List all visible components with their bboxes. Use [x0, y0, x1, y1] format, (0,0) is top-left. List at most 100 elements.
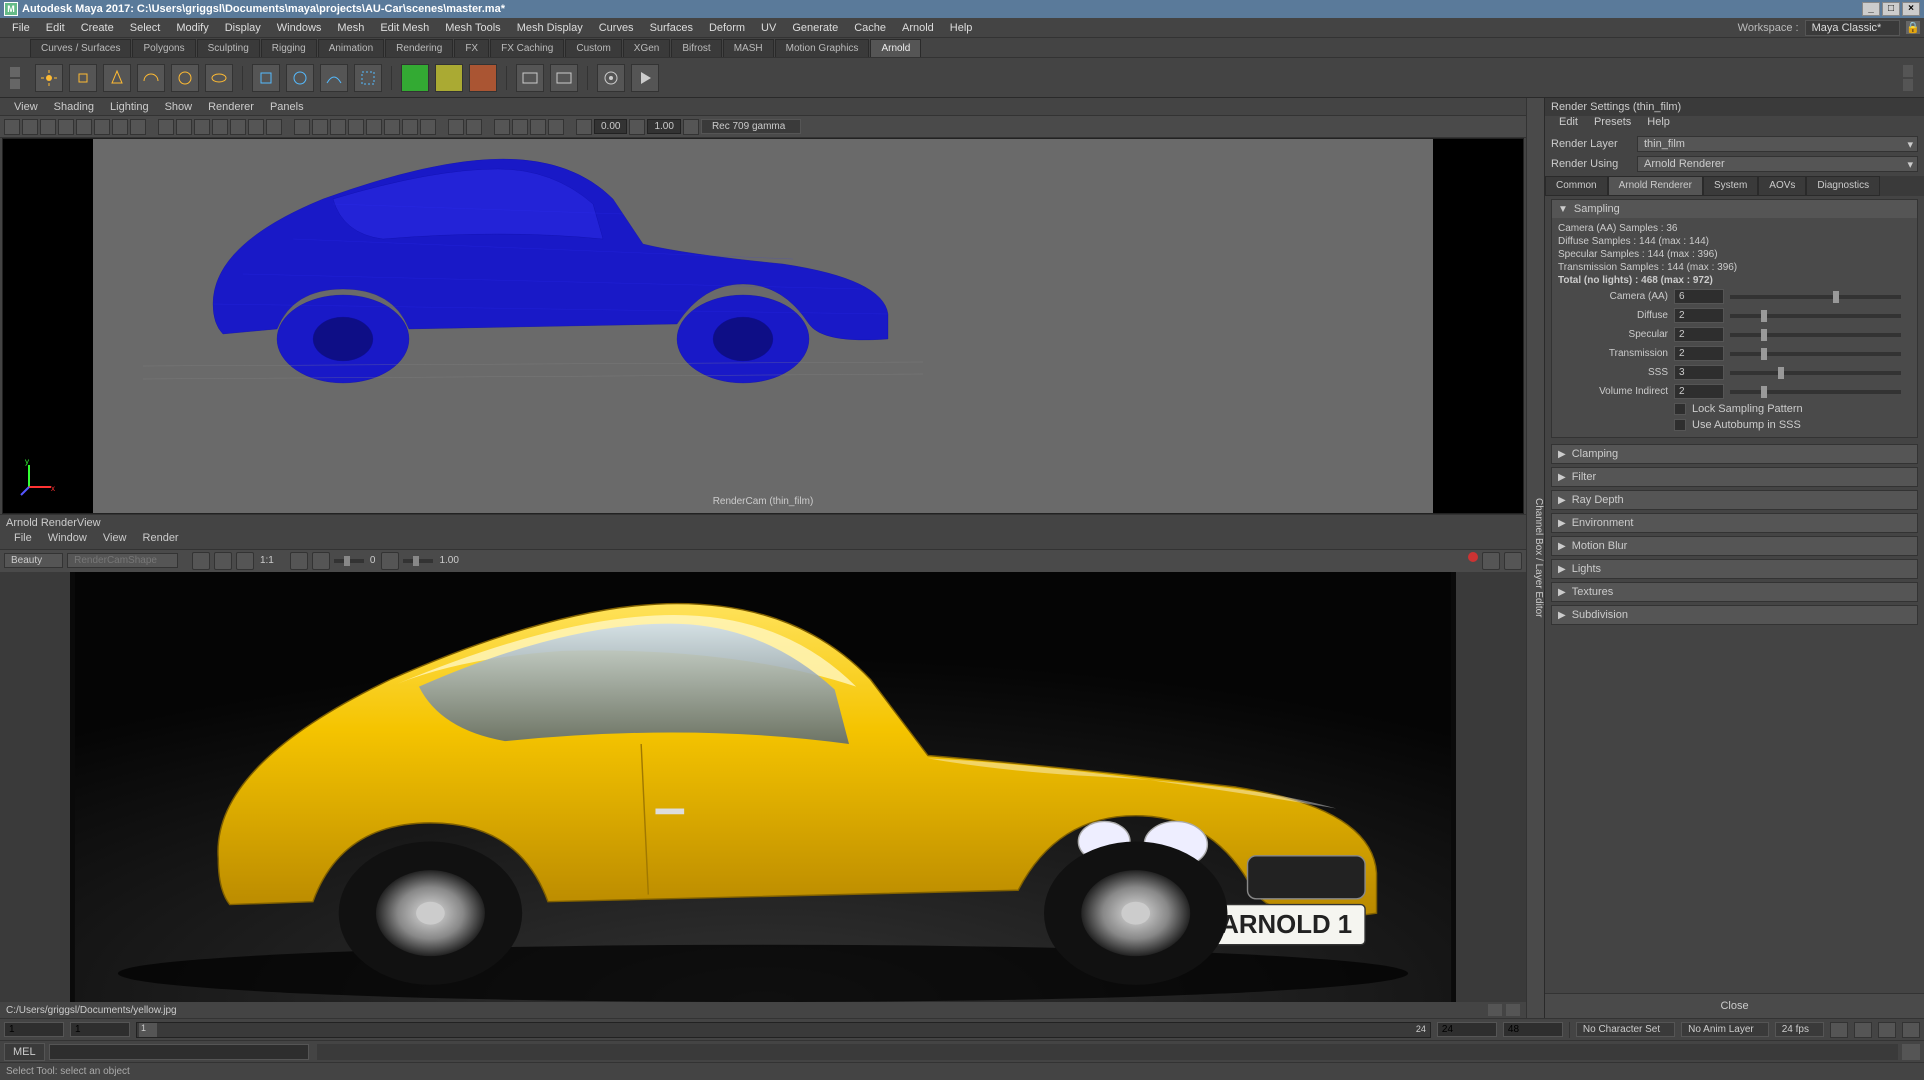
param-value-field[interactable]: 2 — [1674, 384, 1724, 399]
rv-stop-icon[interactable] — [1468, 552, 1478, 562]
current-frame[interactable]: 1 — [139, 1023, 157, 1037]
prefs-icon[interactable] — [1878, 1022, 1896, 1038]
section-header[interactable]: ▶Filter — [1552, 468, 1917, 486]
colorspace-icon[interactable] — [683, 119, 699, 135]
shelf-tab[interactable]: Animation — [318, 39, 384, 57]
vp-tool-icon[interactable] — [530, 119, 546, 135]
skydome-icon[interactable] — [137, 64, 165, 92]
rv-status-icon[interactable] — [1488, 1004, 1502, 1016]
vp-tool-icon[interactable] — [230, 119, 246, 135]
vp-tool-icon[interactable] — [58, 119, 74, 135]
rs-menu-edit[interactable]: Edit — [1551, 116, 1586, 134]
renderview-icon[interactable] — [597, 64, 625, 92]
menu-windows[interactable]: Windows — [269, 22, 330, 34]
vp-tool-icon[interactable] — [248, 119, 264, 135]
menu-select[interactable]: Select — [122, 22, 169, 34]
menu-curves[interactable]: Curves — [591, 22, 642, 34]
shelf-tab[interactable]: MASH — [723, 39, 774, 57]
gamma-value[interactable]: 1.00 — [647, 119, 680, 134]
param-value-field[interactable]: 2 — [1674, 346, 1724, 361]
exposure-value[interactable]: 0.00 — [594, 119, 627, 134]
vp-tool-icon[interactable] — [212, 119, 228, 135]
vp-menu-panels[interactable]: Panels — [262, 101, 312, 113]
anim-layer-dropdown[interactable]: No Anim Layer — [1681, 1022, 1769, 1037]
vp-tool-icon[interactable] — [40, 119, 56, 135]
loop-icon[interactable] — [1830, 1022, 1848, 1038]
rs-menu-presets[interactable]: Presets — [1586, 116, 1639, 134]
param-slider[interactable] — [1730, 352, 1901, 356]
spot-light-icon[interactable] — [103, 64, 131, 92]
ipr-icon[interactable] — [550, 64, 578, 92]
vp-tool-icon[interactable] — [76, 119, 92, 135]
vp-menu-shading[interactable]: Shading — [46, 101, 102, 113]
menu-display[interactable]: Display — [217, 22, 269, 34]
shelf-tab[interactable]: FX Caching — [490, 39, 564, 57]
menu-deform[interactable]: Deform — [701, 22, 753, 34]
flush-cache-icon[interactable] — [435, 64, 463, 92]
autokey-icon[interactable] — [1854, 1022, 1872, 1038]
rv-refresh-icon[interactable] — [1482, 552, 1500, 570]
autobump-checkbox[interactable] — [1674, 419, 1686, 431]
menu-mesh[interactable]: Mesh — [329, 22, 372, 34]
minimize-button[interactable]: _ — [1862, 2, 1880, 16]
vp-menu-view[interactable]: View — [6, 101, 46, 113]
section-header[interactable]: ▶Motion Blur — [1552, 537, 1917, 555]
rv-tool-icon[interactable] — [192, 552, 210, 570]
vp-tool-icon[interactable] — [384, 119, 400, 135]
tab-system[interactable]: System — [1703, 176, 1758, 196]
maximize-button[interactable]: □ — [1882, 2, 1900, 16]
rv-tool-icon[interactable] — [236, 552, 254, 570]
vp-tool-icon[interactable] — [494, 119, 510, 135]
menu-create[interactable]: Create — [73, 22, 122, 34]
range-start-field[interactable] — [4, 1022, 64, 1037]
rv-status-icon[interactable] — [1506, 1004, 1520, 1016]
menu-help[interactable]: Help — [942, 22, 981, 34]
menu-mesh-display[interactable]: Mesh Display — [509, 22, 591, 34]
vp-tool-icon[interactable] — [330, 119, 346, 135]
section-header[interactable]: ▶Clamping — [1552, 445, 1917, 463]
vp-menu-renderer[interactable]: Renderer — [200, 101, 262, 113]
shelf-controls[interactable] — [10, 66, 24, 90]
rv-ratio[interactable]: 1:1 — [258, 555, 276, 566]
rv-menu-file[interactable]: File — [6, 532, 40, 549]
rv-tool-icon[interactable] — [312, 552, 330, 570]
shelf-tab[interactable]: Polygons — [132, 39, 195, 57]
vp-tool-icon[interactable] — [366, 119, 382, 135]
shelf-tab[interactable]: FX — [454, 39, 489, 57]
area-light-icon[interactable] — [69, 64, 97, 92]
vp-tool-icon[interactable] — [420, 119, 436, 135]
time-slider[interactable]: 1 24 — [136, 1022, 1431, 1038]
rv-tool-icon[interactable] — [214, 552, 232, 570]
timeline-settings-icon[interactable] — [1902, 1022, 1920, 1038]
cube-icon[interactable] — [252, 64, 280, 92]
light-editor-icon[interactable] — [469, 64, 497, 92]
vp-menu-show[interactable]: Show — [157, 101, 201, 113]
lock-sampling-checkbox[interactable] — [1674, 403, 1686, 415]
shelf-tab[interactable]: Curves / Surfaces — [30, 39, 131, 57]
shelf-tab-active[interactable]: Arnold — [870, 39, 921, 57]
range-end-field[interactable] — [1503, 1022, 1563, 1037]
section-header[interactable]: ▶Environment — [1552, 514, 1917, 532]
param-slider[interactable] — [1730, 295, 1901, 299]
menu-cache[interactable]: Cache — [846, 22, 894, 34]
vp-tool-icon[interactable] — [548, 119, 564, 135]
viewport-3d[interactable]: y x RenderCam (thin_film) — [2, 138, 1524, 514]
rv-camera-dropdown[interactable]: RenderCamShape — [67, 553, 178, 568]
shelf-tab[interactable]: Motion Graphics — [775, 39, 870, 57]
sampling-header[interactable]: ▼ Sampling — [1552, 200, 1917, 218]
vp-tool-icon[interactable] — [312, 119, 328, 135]
param-slider[interactable] — [1730, 371, 1901, 375]
render-icon[interactable] — [516, 64, 544, 92]
rv-settings-icon[interactable] — [1504, 552, 1522, 570]
tab-arnold-renderer[interactable]: Arnold Renderer — [1608, 176, 1703, 196]
renderview-image[interactable]: ARNOLD 1 — [0, 572, 1526, 1002]
shelf-tab[interactable]: Bifrost — [671, 39, 721, 57]
rv-tool-icon[interactable] — [381, 552, 399, 570]
end-frame-field[interactable] — [1437, 1022, 1497, 1037]
menu-mesh-tools[interactable]: Mesh Tools — [437, 22, 508, 34]
menu-file[interactable]: File — [4, 22, 38, 34]
vp-tool-icon[interactable] — [466, 119, 482, 135]
shelf-tab[interactable]: Custom — [565, 39, 621, 57]
menu-uv[interactable]: UV — [753, 22, 784, 34]
vp-tool-icon[interactable] — [112, 119, 128, 135]
